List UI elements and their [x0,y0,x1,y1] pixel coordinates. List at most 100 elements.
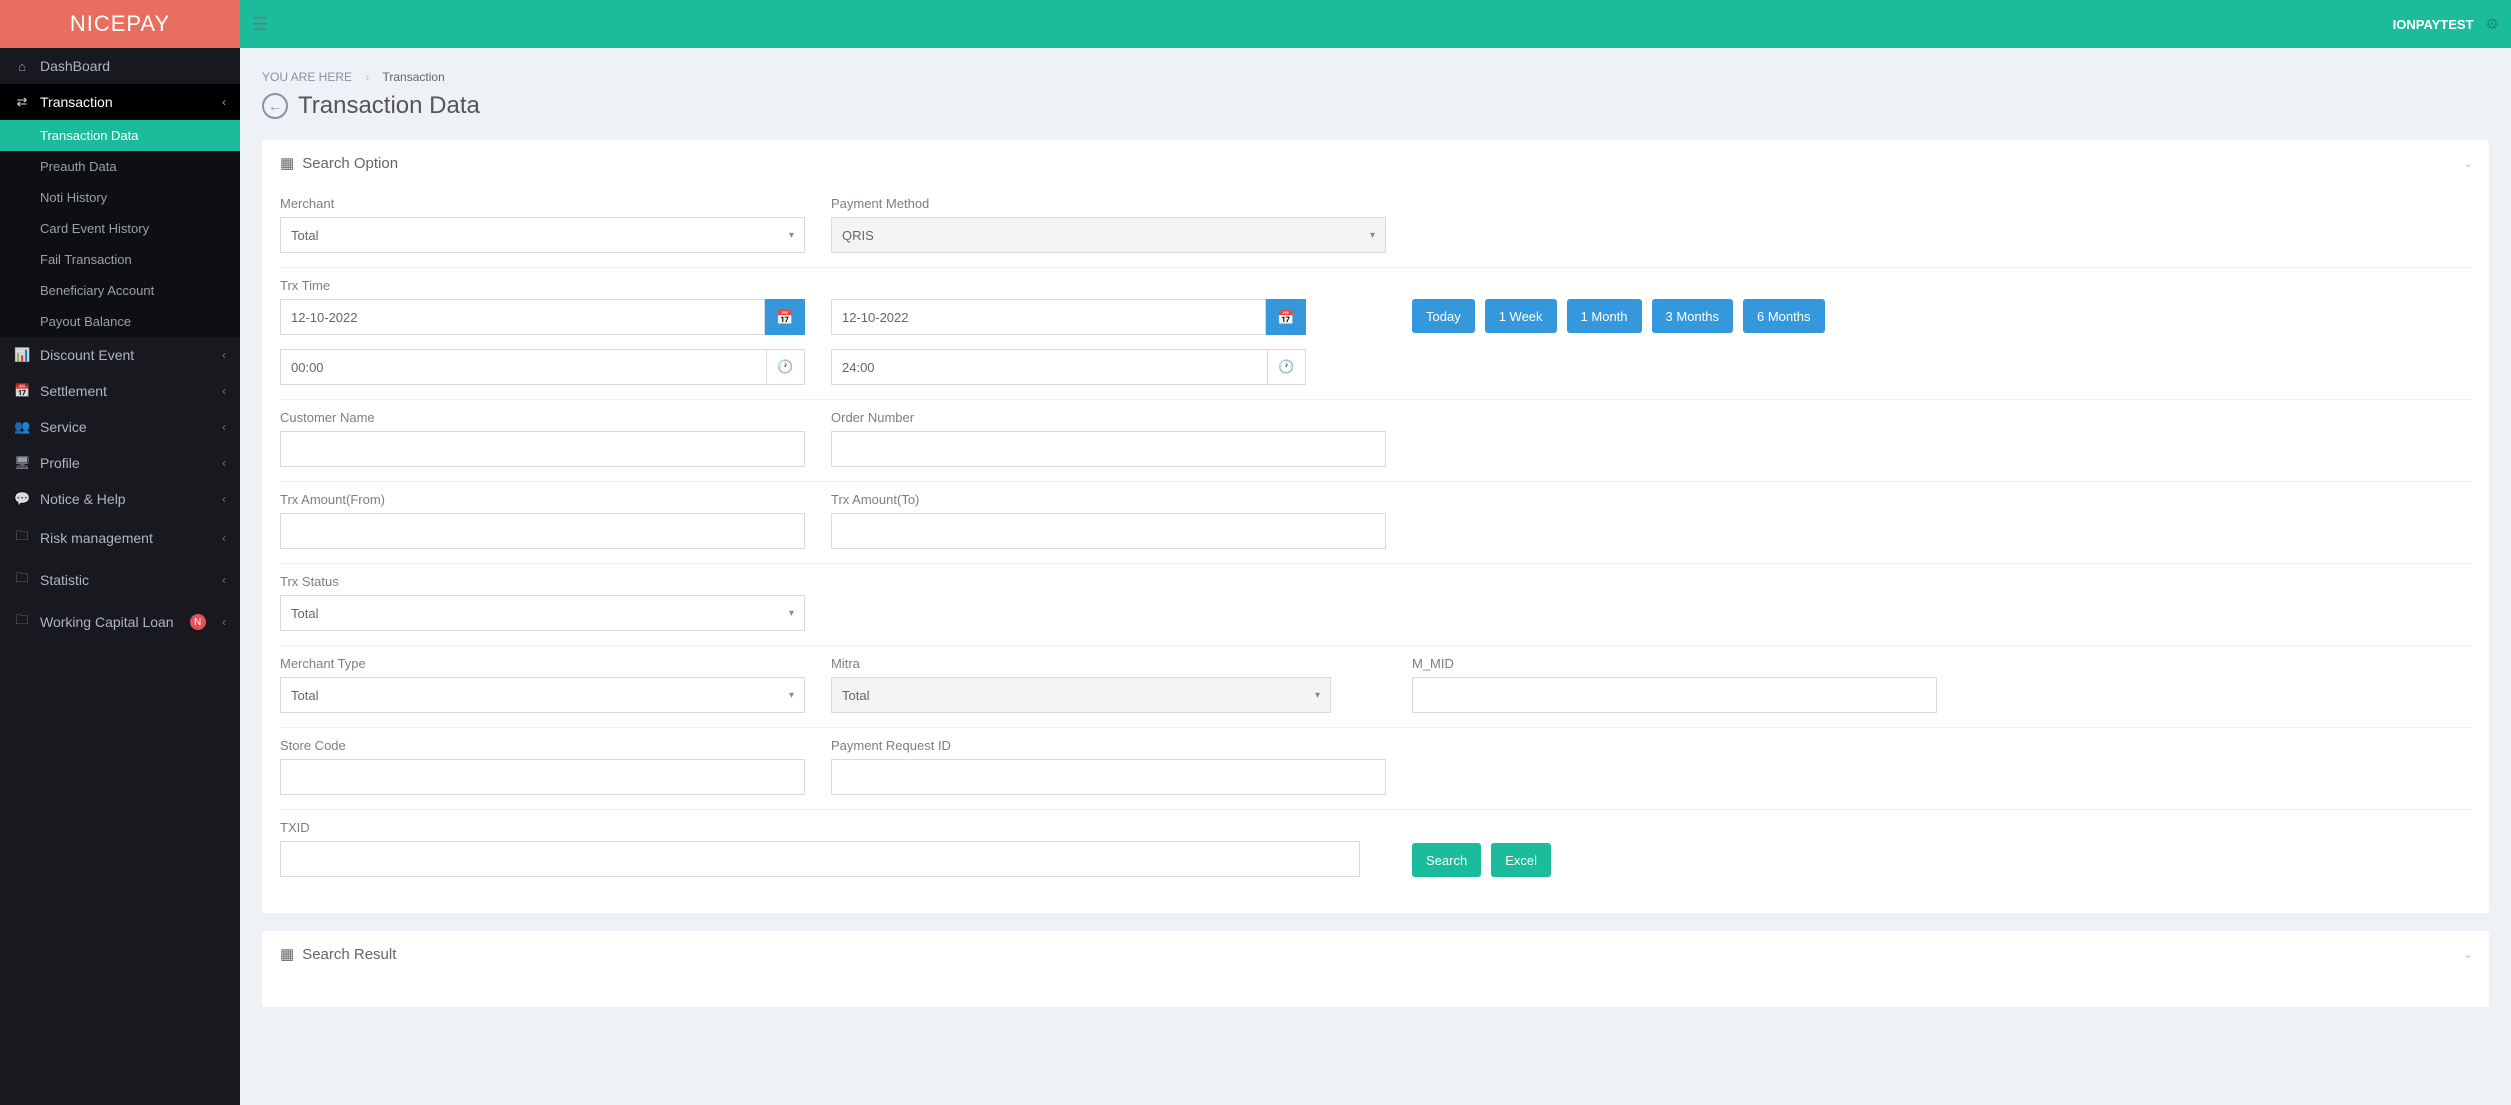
caret-down-icon: ▾ [789,608,794,619]
sidebar-item-dashboard[interactable]: ⌂ DashBoard [0,48,240,84]
clock-icon: 🕐 [1278,359,1294,375]
calendar-to-button[interactable]: 📅 [1266,299,1306,335]
txid-input[interactable] [280,841,1360,877]
calendar-icon: 📅 [776,309,793,326]
nav-icon: 💬 [14,491,30,507]
nav-icon: 🖥 [14,455,30,471]
sidebar-subitem-beneficiary-account[interactable]: Beneficiary Account [0,275,240,306]
quick-range-buttons: Today 1 Week 1 Month 3 Months 6 Months [1412,299,2471,333]
sidebar-subitem-fail-transaction[interactable]: Fail Transaction [0,244,240,275]
search-option-panel: ▦ Search Option ⌄ Merchant Total ▾ Payme… [262,140,2489,913]
date-to-input[interactable] [831,299,1266,335]
payment-request-id-input[interactable] [831,759,1386,795]
sidebar-item-profile[interactable]: 🖥 Profile ‹ [0,445,240,481]
quick-range-today[interactable]: Today [1412,299,1475,333]
page-title: Transaction Data [298,92,480,120]
sidebar-item-statistic[interactable]: 🗀Statistic‹ [0,559,240,601]
sidebar-subitem-payout-balance[interactable]: Payout Balance [0,306,240,337]
sidebar-item-risk-management[interactable]: 🗀Risk management‹ [0,517,240,559]
panel-header-search-option[interactable]: ▦ Search Option ⌄ [262,140,2489,186]
sidebar-item-discount-event[interactable]: 📊Discount Event‹ [0,337,240,373]
sidebar-subitem-preauth-data[interactable]: Preauth Data [0,151,240,182]
nav-icon: 👥 [14,419,30,435]
sidebar-item-label: Profile [40,455,80,471]
chevron-left-icon: ‹ [222,456,226,470]
payment-method-select[interactable]: QRIS ▾ [831,217,1386,253]
mitra-label: Mitra [831,656,1331,671]
merchant-type-value: Total [291,688,318,703]
brand-logo[interactable]: NICEPAY [0,0,240,48]
trx-amount-from-input[interactable] [280,513,805,549]
sidebar-subitem-transaction-data[interactable]: Transaction Data [0,120,240,151]
nav-icon: ⌂ [14,59,30,74]
sidebar-item-label: Service [40,419,87,435]
search-result-body [262,977,2489,1007]
time-to-picker[interactable]: 🕐 [1268,349,1306,385]
sidebar-item-notice-help[interactable]: 💬Notice & Help‹ [0,481,240,517]
quick-range-3-months[interactable]: 3 Months [1652,299,1733,333]
nav-icon: 📊 [14,347,30,363]
panel-header-search-result[interactable]: ▦ Search Result ⌄ [262,931,2489,977]
chevron-left-icon: ‹ [222,531,226,545]
chevron-left-icon: ‹ [222,420,226,434]
chevron-right-icon: › [365,70,369,84]
sidebar-item-service[interactable]: 👥 Service ‹ [0,409,240,445]
txid-label: TXID [280,820,1386,835]
time-from-input[interactable] [280,349,767,385]
trx-status-label: Trx Status [280,574,805,589]
current-user[interactable]: IONPAYTEST [2393,17,2474,32]
store-code-label: Store Code [280,738,805,753]
time-from-picker[interactable]: 🕐 [767,349,805,385]
sidebar-subitem-noti-history[interactable]: Noti History [0,182,240,213]
nav-icon: 🗀 [14,527,30,549]
merchant-type-label: Merchant Type [280,656,805,671]
merchant-type-select[interactable]: Total ▾ [280,677,805,713]
store-code-input[interactable] [280,759,805,795]
trx-status-select[interactable]: Total ▾ [280,595,805,631]
sidebar-item-label: Statistic [40,572,89,588]
panel-title: Search Result [302,946,396,963]
mitra-select[interactable]: Total ▾ [831,677,1331,713]
sidebar-item-working-capital-loan[interactable]: 🗀Working Capital LoanN‹ [0,601,240,643]
grid-icon: ▦ [280,154,294,172]
calendar-from-button[interactable]: 📅 [765,299,805,335]
trx-amount-from-label: Trx Amount(From) [280,492,805,507]
search-button[interactable]: Search [1412,843,1481,877]
sidebar-item-label: Notice & Help [40,491,126,507]
m-mid-input[interactable] [1412,677,1937,713]
panel-title: Search Option [302,155,398,172]
quick-range-1-week[interactable]: 1 Week [1485,299,1557,333]
order-number-input[interactable] [831,431,1386,467]
chevron-left-icon: ‹ [222,573,226,587]
chevron-left-icon: ‹ [222,384,226,398]
merchant-select[interactable]: Total ▾ [280,217,805,253]
date-from-input[interactable] [280,299,765,335]
chevron-down-icon[interactable]: ⌄ [2464,157,2473,170]
customer-name-input[interactable] [280,431,805,467]
sidebar: ⌂DashBoard⇄Transaction‹Transaction DataP… [0,48,240,1105]
sidebar-subitem-card-event-history[interactable]: Card Event History [0,213,240,244]
trx-time-label: Trx Time [280,278,805,293]
new-badge: N [190,614,206,630]
sidebar-item-label: Discount Event [40,347,134,363]
chevron-down-icon[interactable]: ⌄ [2464,948,2473,961]
excel-button[interactable]: Excel [1491,843,1551,877]
sidebar-item-label: DashBoard [40,58,110,74]
mitra-value: Total [842,688,869,703]
breadcrumb-current: Transaction [383,70,445,84]
time-to-input[interactable] [831,349,1268,385]
m-mid-label: M_MID [1412,656,2471,671]
menu-toggle-icon[interactable]: ☰ [240,14,280,35]
payment-method-label: Payment Method [831,196,1386,211]
sidebar-submenu: Transaction DataPreauth DataNoti History… [0,120,240,337]
back-button[interactable]: ← [262,93,288,119]
payment-method-value: QRIS [842,228,874,243]
trx-amount-to-input[interactable] [831,513,1386,549]
trx-status-value: Total [291,606,318,621]
sidebar-item-settlement[interactable]: 📅Settlement‹ [0,373,240,409]
sidebar-item-transaction[interactable]: ⇄Transaction‹ [0,84,240,120]
quick-range-1-month[interactable]: 1 Month [1567,299,1642,333]
clock-icon: 🕐 [777,359,793,375]
gear-icon[interactable]: ⚙ [2486,15,2499,33]
quick-range-6-months[interactable]: 6 Months [1743,299,1824,333]
